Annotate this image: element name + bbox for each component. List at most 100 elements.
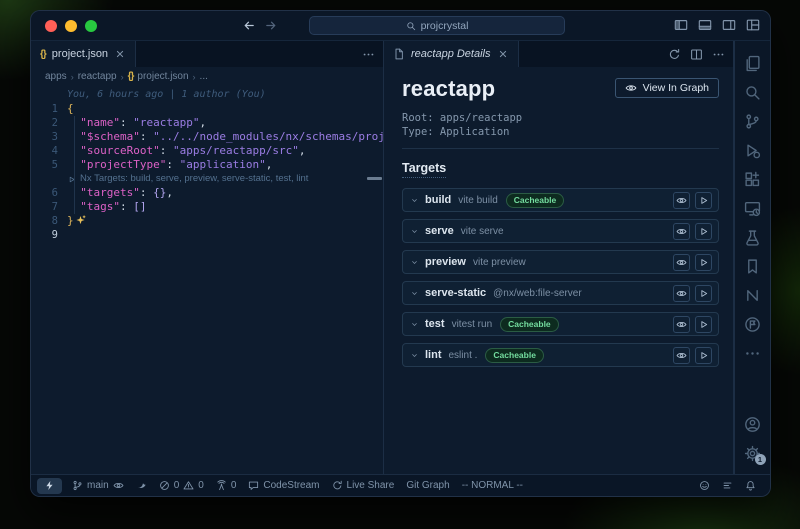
status-codestream[interactable]: CodeStream — [242, 475, 325, 496]
eye-icon — [625, 82, 637, 94]
status-live-share[interactable]: Live Share — [326, 475, 401, 496]
eye-target-button[interactable] — [673, 285, 690, 302]
target-row-preview[interactable]: previewvite preview — [402, 250, 719, 274]
page-title: reactapp — [402, 76, 609, 102]
divider — [402, 148, 719, 149]
back-icon[interactable] — [241, 18, 256, 33]
breadcrumb-item[interactable]: apps — [45, 71, 67, 82]
breadcrumb-trail[interactable]: ... — [200, 71, 208, 82]
cacheable-badge: Cacheable — [485, 348, 544, 363]
code-line[interactable]: 1{ — [31, 102, 383, 116]
activity-item-search[interactable] — [735, 78, 771, 107]
code-line[interactable]: 8} — [31, 214, 383, 228]
line-content: You, 6 hours ago | 1 author (You) — [67, 88, 383, 102]
file-icon — [393, 48, 405, 60]
status-feedback[interactable] — [693, 475, 716, 496]
layout-customize-icon[interactable] — [746, 18, 760, 32]
status-remote-indicator[interactable] — [37, 478, 62, 494]
code-line[interactable]: 2 "name": "reactapp", — [31, 116, 383, 130]
close-icon[interactable] — [497, 48, 509, 60]
code-token: : — [120, 200, 133, 213]
blame-annotation[interactable]: You, 6 hours ago | 1 author (You) — [31, 88, 383, 102]
chevron-down-icon[interactable] — [410, 289, 419, 298]
tab-reactapp-details[interactable]: reactapp Details — [384, 41, 519, 67]
target-command: vite build — [458, 195, 497, 206]
activity-item-flag[interactable] — [735, 310, 771, 339]
target-row-test[interactable]: testvitest runCacheable — [402, 312, 719, 336]
activity-item-bookmark[interactable] — [735, 252, 771, 281]
code-token: "application" — [180, 158, 266, 171]
code-token: } — [67, 214, 74, 227]
more-icon[interactable] — [712, 48, 725, 61]
layout-panel-icon[interactable] — [698, 18, 712, 32]
eye-target-button[interactable] — [673, 347, 690, 364]
breadcrumb-item[interactable]: reactapp — [78, 71, 117, 82]
play-target-button[interactable] — [695, 285, 712, 302]
status-bird-status[interactable] — [130, 475, 153, 496]
target-row-serve[interactable]: servevite serve — [402, 219, 719, 243]
code-line[interactable]: 3 "$schema": "../../node_modules/nx/sche… — [31, 130, 383, 144]
status-notifications[interactable] — [739, 475, 762, 496]
status-broadcast-status[interactable]: 0 — [210, 475, 243, 496]
zoom-window-button[interactable] — [85, 20, 97, 32]
chevron-down-icon[interactable] — [410, 258, 419, 267]
target-name: serve-static — [425, 287, 486, 299]
layout-sidebar-right-icon[interactable] — [722, 18, 736, 32]
code-editor[interactable]: You, 6 hours ago | 1 author (You)1{2 "na… — [31, 86, 383, 474]
activity-item-beaker[interactable] — [735, 223, 771, 252]
chevron-down-icon[interactable] — [410, 227, 419, 236]
play-target-button[interactable] — [695, 223, 712, 240]
play-target-button[interactable] — [695, 316, 712, 333]
activity-item-account[interactable] — [735, 410, 771, 439]
activity-item-files[interactable] — [735, 49, 771, 78]
activity-item-extensions[interactable] — [735, 165, 771, 194]
split-editor-icon[interactable] — [690, 48, 703, 61]
code-line[interactable]: 4 "sourceRoot": "apps/reactapp/src", — [31, 144, 383, 158]
breadcrumb-item-file[interactable]: project.json — [137, 71, 188, 82]
status-vim-mode[interactable]: -- NORMAL -- — [456, 475, 529, 496]
refresh-icon[interactable] — [668, 48, 681, 61]
eye-target-button[interactable] — [673, 254, 690, 271]
chevron-down-icon[interactable] — [410, 320, 419, 329]
close-window-button[interactable] — [45, 20, 57, 32]
status-prettier[interactable] — [716, 475, 739, 496]
play-target-button[interactable] — [695, 254, 712, 271]
tab-project-json[interactable]: {} project.json — [31, 41, 136, 67]
chevron-down-icon[interactable] — [410, 351, 419, 360]
target-row-lint[interactable]: linteslint .Cacheable — [402, 343, 719, 367]
nx-targets-codelens[interactable]: Nx Targets: build, serve, preview, serve… — [31, 172, 383, 186]
line-number: 2 — [31, 116, 67, 130]
activity-item-source-control[interactable] — [735, 107, 771, 136]
activity-item-nx[interactable] — [735, 281, 771, 310]
code-token: : — [166, 158, 179, 171]
chevron-down-icon[interactable] — [410, 196, 419, 205]
eye-target-button[interactable] — [673, 192, 690, 209]
eye-target-button[interactable] — [673, 223, 690, 240]
sparkle-icon — [75, 215, 86, 228]
forward-icon[interactable] — [264, 18, 279, 33]
code-line[interactable]: 6 "targets": {}, — [31, 186, 383, 200]
command-center[interactable]: projcrystal — [309, 16, 565, 35]
target-row-build[interactable]: buildvite buildCacheable — [402, 188, 719, 212]
target-row-serve-static[interactable]: serve-static@nx/web:file-server — [402, 281, 719, 305]
eye-target-button[interactable] — [673, 316, 690, 333]
vscode-window: projcrystal {} project.json apps›reactap… — [30, 10, 771, 497]
status-problems[interactable]: 00 — [153, 475, 210, 496]
activity-item-more[interactable] — [735, 339, 771, 368]
status-git-branch[interactable]: main — [66, 475, 130, 496]
play-target-button[interactable] — [695, 192, 712, 209]
view-in-graph-button[interactable]: View In Graph — [615, 78, 719, 98]
code-token: "targets" — [80, 186, 140, 199]
activity-item-gear[interactable]: 1 — [735, 439, 771, 468]
activity-item-remote[interactable] — [735, 194, 771, 223]
more-icon[interactable] — [362, 48, 375, 61]
close-icon[interactable] — [114, 48, 126, 60]
activity-item-run-debug[interactable] — [735, 136, 771, 165]
play-target-button[interactable] — [695, 347, 712, 364]
status-git-graph[interactable]: Git Graph — [400, 475, 455, 496]
code-line[interactable]: 7 "tags": [] — [31, 200, 383, 214]
code-line[interactable]: 9 — [31, 228, 383, 242]
layout-sidebar-left-icon[interactable] — [674, 18, 688, 32]
code-line[interactable]: 5 "projectType": "application", — [31, 158, 383, 172]
minimize-window-button[interactable] — [65, 20, 77, 32]
